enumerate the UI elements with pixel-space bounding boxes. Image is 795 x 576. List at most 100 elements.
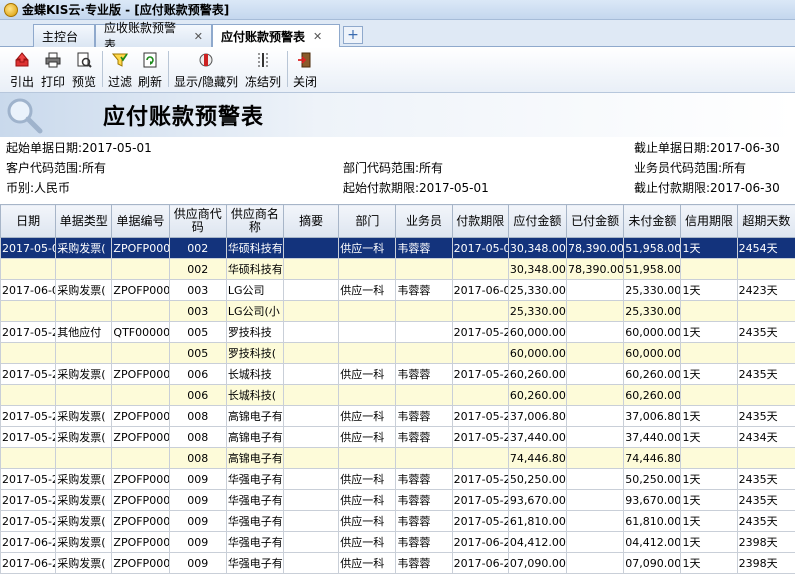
- table-cell[interactable]: 25,330.00: [623, 300, 682, 322]
- subtotal-row[interactable]: 003 LG公司(小 25,330.00 25,330.00: [0, 300, 795, 322]
- table-cell[interactable]: [736, 342, 795, 364]
- table-cell[interactable]: [283, 531, 340, 553]
- table-cell[interactable]: [283, 426, 340, 448]
- filter-button[interactable]: 过滤: [106, 49, 134, 91]
- table-cell[interactable]: 1天: [680, 363, 738, 385]
- table-row[interactable]: 2017-05-0采购发票(ZPOFP0000002华硕科技有供应一科韦蓉蓉20…: [0, 237, 795, 259]
- column-header[interactable]: 部门: [338, 204, 397, 238]
- table-row[interactable]: 2017-05-2采购发票(ZPOFP0000009华强电子有供应一科韦蓉蓉20…: [0, 468, 795, 490]
- column-header[interactable]: 业务员: [395, 204, 453, 238]
- subtotal-row[interactable]: 002 华硕科技有 30,348.00 78,390.00 51,958.00: [0, 258, 795, 280]
- subtotal-row[interactable]: 006 长城科技(60,260.00 60,260.00: [0, 384, 795, 406]
- table-cell[interactable]: [111, 447, 170, 469]
- table-cell[interactable]: [283, 447, 340, 469]
- table-cell[interactable]: 008: [168, 405, 227, 427]
- table-cell[interactable]: 1天: [680, 552, 738, 574]
- table-cell[interactable]: 1天: [680, 468, 738, 490]
- table-cell[interactable]: [451, 258, 509, 280]
- table-cell[interactable]: 韦蓉蓉: [395, 237, 453, 259]
- table-cell[interactable]: 供应一科: [338, 552, 397, 574]
- table-cell[interactable]: 1天: [680, 426, 738, 448]
- table-cell[interactable]: [0, 300, 57, 322]
- table-cell[interactable]: 韦蓉蓉: [395, 468, 453, 490]
- table-cell[interactable]: 37,006.80: [623, 405, 682, 427]
- table-cell[interactable]: [283, 258, 340, 280]
- table-cell[interactable]: [55, 258, 113, 280]
- table-cell[interactable]: 华强电子有: [225, 531, 285, 553]
- table-cell[interactable]: 采购发票(: [55, 489, 113, 511]
- table-cell[interactable]: 2017-06-2: [0, 531, 57, 553]
- column-header[interactable]: 未付金额: [623, 204, 682, 238]
- table-row[interactable]: 2017-05-2采购发票(ZPOFP0000008高锦电子有供应一科韦蓉蓉20…: [0, 405, 795, 427]
- table-cell[interactable]: [283, 363, 340, 385]
- subtotal-row[interactable]: 008 高锦电子有 74,446.80 74,446.80: [0, 447, 795, 469]
- table-cell[interactable]: 04,412.00: [507, 531, 568, 553]
- table-cell[interactable]: 37,440.00: [623, 426, 682, 448]
- table-cell[interactable]: 60,000.00: [507, 321, 568, 343]
- table-cell[interactable]: [0, 384, 57, 406]
- column-header[interactable]: 摘要: [283, 204, 340, 238]
- table-cell[interactable]: 2398天: [736, 552, 795, 574]
- table-cell[interactable]: [395, 321, 453, 343]
- table-cell[interactable]: 30,348.00: [507, 258, 568, 280]
- table-cell[interactable]: [566, 279, 625, 301]
- table-cell[interactable]: LG公司: [225, 279, 285, 301]
- table-cell[interactable]: 供应一科: [338, 489, 397, 511]
- table-cell[interactable]: 2435天: [736, 321, 795, 343]
- table-cell[interactable]: ZPOFP0000: [111, 510, 170, 532]
- table-cell[interactable]: 韦蓉蓉: [395, 552, 453, 574]
- table-cell[interactable]: 009: [168, 531, 227, 553]
- table-cell[interactable]: 37,006.80: [507, 405, 568, 427]
- add-tab-button[interactable]: +: [343, 26, 363, 44]
- table-cell[interactable]: [283, 510, 340, 532]
- table-cell[interactable]: [338, 447, 397, 469]
- column-header[interactable]: 供应商代码: [168, 204, 227, 238]
- column-header[interactable]: 供应商名称: [225, 204, 285, 238]
- print-button[interactable]: 打印: [39, 49, 67, 91]
- refresh-button[interactable]: 刷新: [136, 49, 164, 91]
- table-cell[interactable]: 93,670.00: [623, 489, 682, 511]
- table-cell[interactable]: 2435天: [736, 363, 795, 385]
- table-cell[interactable]: [680, 342, 738, 364]
- table-cell[interactable]: [736, 258, 795, 280]
- table-cell[interactable]: 74,446.80: [623, 447, 682, 469]
- table-row[interactable]: 2017-05-2采购发票(ZPOFP0000009华强电子有供应一科韦蓉蓉20…: [0, 489, 795, 511]
- table-row[interactable]: 2017-05-2采购发票(ZPOFP0000009华强电子有供应一科韦蓉蓉20…: [0, 510, 795, 532]
- table-cell[interactable]: 供应一科: [338, 531, 397, 553]
- table-cell[interactable]: 003: [168, 300, 227, 322]
- table-cell[interactable]: 采购发票(: [55, 510, 113, 532]
- table-cell[interactable]: 93,670.00: [507, 489, 568, 511]
- table-cell[interactable]: 37,440.00: [507, 426, 568, 448]
- table-cell[interactable]: 供应一科: [338, 405, 397, 427]
- table-row[interactable]: 2017-06-2采购发票(ZPOFP0000009华强电子有供应一科韦蓉蓉20…: [0, 531, 795, 553]
- table-cell[interactable]: ZPOFP0000: [111, 405, 170, 427]
- column-header[interactable]: 付款期限: [451, 204, 509, 238]
- table-cell[interactable]: [566, 363, 625, 385]
- table-cell[interactable]: 009: [168, 510, 227, 532]
- table-cell[interactable]: 2017-05-2: [0, 468, 57, 490]
- table-cell[interactable]: [283, 342, 340, 364]
- table-cell[interactable]: 25,330.00: [623, 279, 682, 301]
- table-cell[interactable]: ZPOFP0000: [111, 552, 170, 574]
- table-cell[interactable]: [283, 489, 340, 511]
- table-cell[interactable]: 61,810.00: [507, 510, 568, 532]
- table-cell[interactable]: [0, 447, 57, 469]
- table-cell[interactable]: [338, 342, 397, 364]
- table-cell[interactable]: 韦蓉蓉: [395, 531, 453, 553]
- table-cell[interactable]: 009: [168, 468, 227, 490]
- table-cell[interactable]: 07,090.00: [623, 552, 682, 574]
- table-cell[interactable]: 25,330.00: [507, 300, 568, 322]
- table-cell[interactable]: 51,958.00: [623, 258, 682, 280]
- table-cell[interactable]: 1天: [680, 405, 738, 427]
- table-cell[interactable]: [283, 321, 340, 343]
- table-cell[interactable]: 51,958.00: [623, 237, 682, 259]
- table-cell[interactable]: 罗技科技: [225, 321, 285, 343]
- freeze-columns-button[interactable]: 冻结列: [243, 49, 283, 91]
- table-row[interactable]: 2017-05-2其他应付QTF000003005罗技科技2017-05-260…: [0, 321, 795, 343]
- table-cell[interactable]: ZPOFP0000: [111, 489, 170, 511]
- table-cell[interactable]: 008: [168, 426, 227, 448]
- table-cell[interactable]: [736, 300, 795, 322]
- table-cell[interactable]: 2435天: [736, 489, 795, 511]
- table-cell[interactable]: ZPOFP0000: [111, 237, 170, 259]
- table-cell[interactable]: [566, 489, 625, 511]
